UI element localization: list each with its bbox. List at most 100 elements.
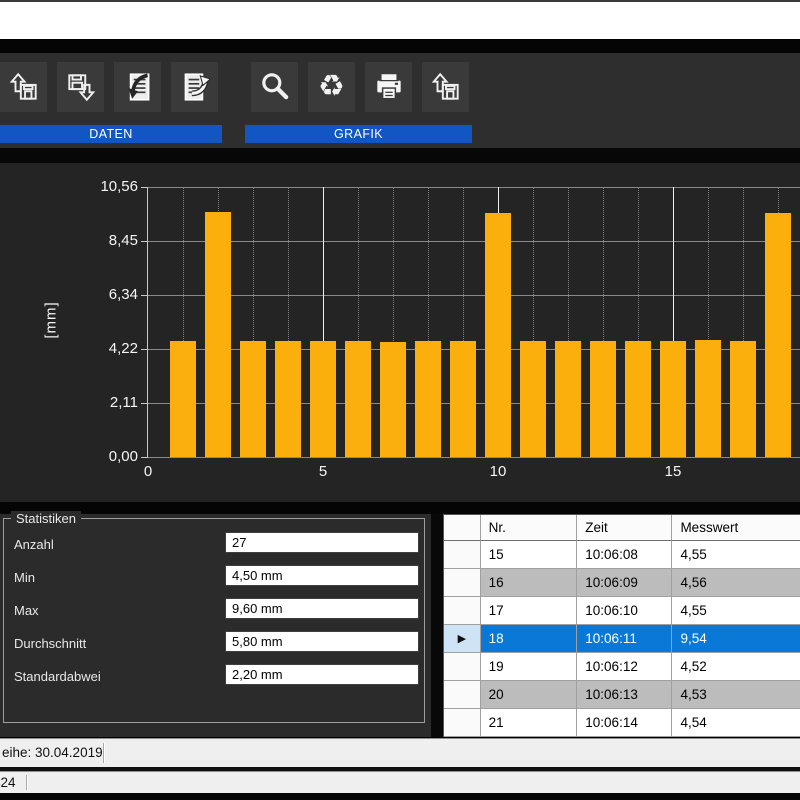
row-header-cell[interactable]: [444, 653, 481, 681]
chart-bar: [345, 341, 371, 457]
measurement-chart: [mm] 0,002,114,226,348,4510,56051015: [0, 163, 800, 502]
column-header-messwert[interactable]: Messwert: [672, 515, 800, 541]
cell-zeit[interactable]: 10:06:11: [577, 625, 672, 653]
cell-zeit[interactable]: 10:06:10: [577, 597, 672, 625]
chart-bar: [625, 341, 651, 457]
chart-bar: [695, 340, 721, 457]
y-axis-tick: [141, 457, 148, 458]
cell-messwert[interactable]: 9,54: [672, 625, 800, 653]
zoom-button[interactable]: [251, 62, 298, 112]
save-data-button[interactable]: [57, 62, 104, 112]
cell-nr[interactable]: 16: [481, 569, 578, 597]
cell-nr[interactable]: 20: [481, 681, 578, 709]
separator-band: [0, 502, 800, 514]
anzahl-field[interactable]: 27: [225, 532, 419, 553]
chart-bar: [590, 341, 616, 457]
table-row[interactable]: 2010:06:134,53: [444, 681, 800, 709]
max-field[interactable]: 9,60 mm: [225, 598, 419, 619]
export-data-button[interactable]: [171, 62, 218, 112]
cell-messwert[interactable]: 4,56: [672, 569, 800, 597]
cell-nr[interactable]: 17: [481, 597, 578, 625]
standardabweichung-field[interactable]: 2,20 mm: [225, 664, 419, 685]
max-label: Max: [14, 601, 39, 621]
y-axis-unit-label: [mm]: [43, 301, 60, 338]
table-row[interactable]: 1910:06:124,52: [444, 653, 800, 681]
y-axis-tick: [141, 241, 148, 242]
row-header-cell[interactable]: [444, 541, 481, 569]
print-button[interactable]: [365, 62, 412, 112]
cell-nr[interactable]: 21: [481, 709, 578, 737]
cell-nr[interactable]: 15: [481, 541, 578, 569]
chart-bar: [170, 341, 196, 457]
floppy-arrow-down-icon: [64, 70, 98, 104]
gridline-horizontal: [148, 187, 800, 188]
cell-zeit[interactable]: 10:06:09: [577, 569, 672, 597]
status-bar-2: 424: [0, 771, 800, 793]
table-header-row: Nr.ZeitMesswert: [444, 515, 800, 541]
import-data-button[interactable]: [114, 62, 161, 112]
cell-zeit[interactable]: 10:06:12: [577, 653, 672, 681]
y-axis-tick-label: 4,22: [50, 340, 138, 357]
column-header-nr[interactable]: Nr.: [481, 515, 578, 541]
floppy-arrow-up-icon: [7, 70, 41, 104]
y-axis-line: [147, 187, 148, 457]
y-axis-tick: [141, 295, 148, 296]
cell-nr[interactable]: 18: [481, 625, 578, 653]
cell-messwert[interactable]: 4,54: [672, 709, 800, 737]
statistics-legend: Statistiken: [11, 511, 81, 526]
toolbar-group-label-daten: DATEN: [0, 125, 222, 143]
durchschnitt-field[interactable]: 5,80 mm: [225, 631, 419, 652]
table-row[interactable]: 1710:06:104,55: [444, 597, 800, 625]
status-bar-1: eihe: 30.04.2019: [0, 738, 800, 767]
durchschnitt-label: Durchschnitt: [14, 634, 86, 654]
toolbar-group-label-grafik: GRAFIK: [245, 125, 472, 143]
cell-messwert[interactable]: 4,55: [672, 541, 800, 569]
grafik-label: GRAFIK: [334, 127, 383, 141]
table-row[interactable]: 1610:06:094,56: [444, 569, 800, 597]
separator-band: [0, 148, 800, 163]
row-header-cell[interactable]: [444, 597, 481, 625]
row-header-cell[interactable]: ▶: [444, 625, 481, 653]
table-row[interactable]: ▶ 1810:06:119,54: [444, 625, 800, 653]
x-axis-tick-label: 10: [478, 463, 518, 480]
current-row-arrow-icon: ▶: [458, 632, 466, 645]
row-header-cell[interactable]: [444, 681, 481, 709]
y-axis-tick: [141, 187, 148, 188]
cell-zeit[interactable]: 10:06:08: [577, 541, 672, 569]
chart-bar: [275, 341, 301, 457]
toolbar: ♻︎ DATEN GRAFIK: [0, 53, 800, 148]
document-arrow-out-icon: [178, 70, 212, 104]
table-row[interactable]: 2110:06:144,54: [444, 709, 800, 737]
cell-messwert[interactable]: 4,52: [672, 653, 800, 681]
y-axis-tick-label: 6,34: [50, 286, 138, 303]
cell-nr[interactable]: 19: [481, 653, 578, 681]
chart-bar: [730, 341, 756, 457]
cell-messwert[interactable]: 4,53: [672, 681, 800, 709]
row-header-cell[interactable]: [444, 569, 481, 597]
min-field[interactable]: 4,50 mm: [225, 565, 419, 586]
row-header-cell[interactable]: [444, 709, 481, 737]
status-separator: [26, 775, 28, 790]
gridline-horizontal: [148, 295, 800, 296]
background-window-strip: [0, 2, 800, 39]
chart-bar: [205, 212, 231, 457]
cell-zeit[interactable]: 10:06:13: [577, 681, 672, 709]
cell-zeit[interactable]: 10:06:14: [577, 709, 672, 737]
x-axis-tick-label: 15: [653, 463, 693, 480]
load-data-button[interactable]: [0, 62, 47, 112]
chart-bar: [450, 341, 476, 457]
y-axis-tick-label: 8,45: [50, 232, 138, 249]
column-header-zeit[interactable]: Zeit: [577, 515, 672, 541]
cell-messwert[interactable]: 4,55: [672, 597, 800, 625]
magnifier-icon: [258, 70, 292, 104]
standardabweichung-label: Standardabwei: [14, 667, 101, 687]
document-arrow-in-icon: [121, 70, 155, 104]
refresh-button[interactable]: ♻︎: [308, 62, 355, 112]
chart-bar: [520, 341, 546, 457]
y-axis-tick-label: 10,56: [50, 178, 138, 195]
save-graphic-button[interactable]: [422, 62, 469, 112]
table-row[interactable]: 1510:06:084,55: [444, 541, 800, 569]
gridline-horizontal: [148, 241, 800, 242]
chart-bar: [485, 213, 511, 457]
chart-bar: [240, 341, 266, 457]
